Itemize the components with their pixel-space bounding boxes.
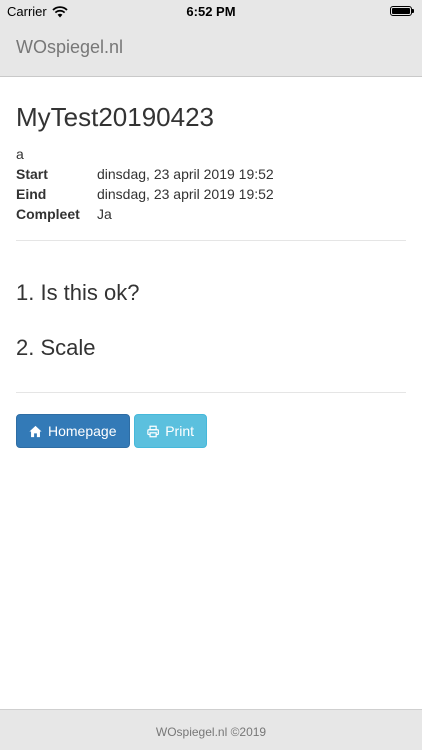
status-bar: Carrier 6:52 PM: [0, 0, 422, 22]
detail-value: Ja: [97, 206, 112, 222]
test-description: a: [16, 146, 24, 162]
footer: WOspiegel.nl ©2019: [0, 709, 422, 750]
print-button[interactable]: Print: [134, 414, 207, 448]
homepage-button-label: Homepage: [48, 423, 117, 439]
print-button-label: Print: [165, 423, 194, 439]
main-content: MyTest20190423 a Start dinsdag, 23 april…: [16, 102, 406, 448]
question-heading: 2. Scale: [16, 335, 96, 360]
print-icon: [147, 425, 159, 437]
page-title: MyTest20190423: [16, 102, 215, 132]
navbar: WOspiegel.nl: [0, 22, 422, 77]
homepage-button[interactable]: Homepage: [16, 414, 130, 448]
question-heading: 1. Is this ok?: [16, 280, 140, 305]
divider: [16, 392, 406, 393]
detail-label: Compleet: [16, 206, 80, 222]
detail-label: Start: [16, 166, 48, 182]
home-icon: [29, 425, 42, 437]
detail-row-start: Start dinsdag, 23 april 2019 19:52: [16, 164, 274, 184]
menu-toggle-button[interactable]: [396, 42, 406, 52]
detail-row-end: Eind dinsdag, 23 april 2019 19:52: [16, 184, 274, 204]
detail-value: dinsdag, 23 april 2019 19:52: [97, 166, 274, 182]
footer-copyright: WOspiegel.nl ©2019: [155, 725, 267, 739]
battery-icon: [390, 6, 414, 16]
details-table: Start dinsdag, 23 april 2019 19:52 Eind …: [16, 164, 274, 224]
divider: [16, 240, 406, 241]
detail-value: dinsdag, 23 april 2019 19:52: [97, 186, 274, 202]
brand-link[interactable]: WOspiegel.nl: [16, 37, 123, 58]
status-time: 6:52 PM: [186, 4, 236, 19]
detail-row-complete: Compleet Ja: [16, 204, 274, 224]
detail-label: Eind: [16, 186, 47, 202]
